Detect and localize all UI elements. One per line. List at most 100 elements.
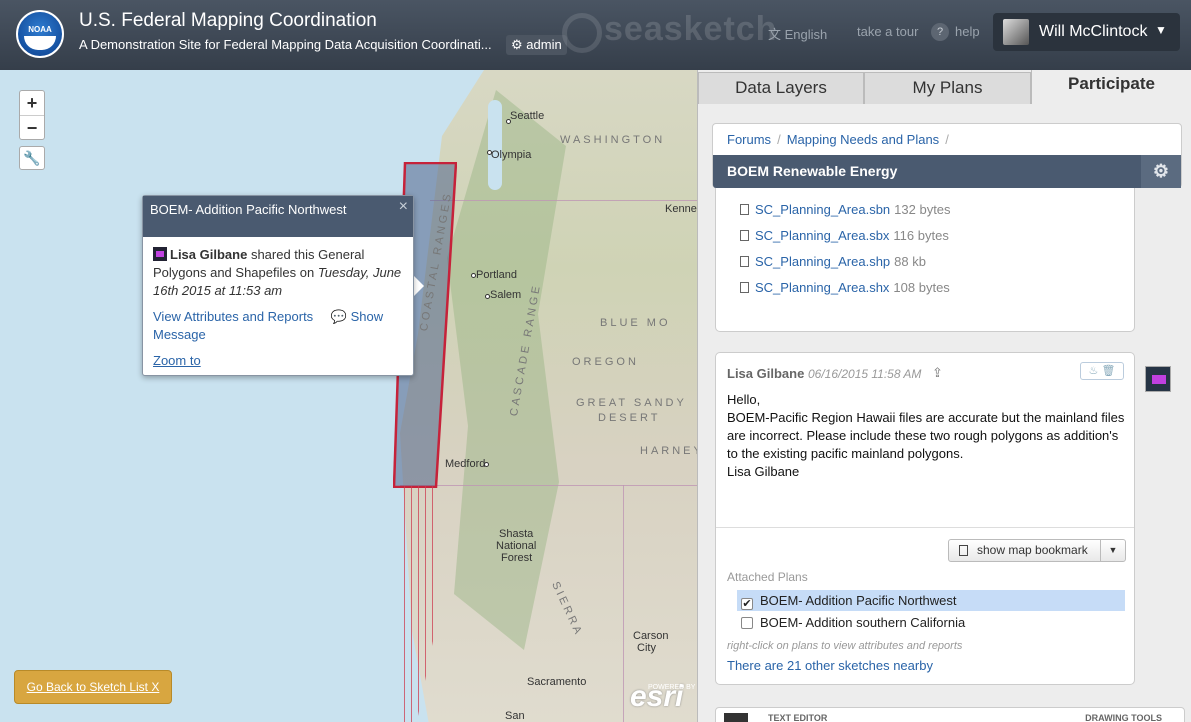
zoom-control: + − [19,90,45,140]
state-border [430,200,697,201]
language-selector[interactable]: 文 English [768,24,827,43]
logo-bird-icon [24,36,56,50]
map-label-olympia: Olympia [491,149,532,161]
plans-hint: right-click on plans to view attributes … [727,640,963,652]
trash-icon[interactable]: 🗑 [1101,365,1115,377]
comment-icon: 💬 [330,309,347,324]
site-title[interactable]: U.S. Federal Mapping Coordination [79,10,377,32]
user-name: Will McClintock [1039,23,1148,40]
file-size: 88 kb [894,254,926,269]
zoom-in-button[interactable]: + [20,91,44,115]
map-label-salem: Salem [490,289,522,301]
close-icon[interactable]: × [399,198,408,216]
popup-author: Lisa Gilbane [170,247,248,262]
plan-checkbox[interactable] [741,617,753,629]
topic-title: BOEM Renewable Energy [727,163,898,179]
message-actions[interactable]: ♨ 🗑 [1080,362,1124,380]
plan-checkbox[interactable]: ✔ [741,598,753,610]
site-subtitle: A Demonstration Site for Federal Mapping… [79,37,492,52]
file-item[interactable]: SC_Planning_Area.sbn 132 bytes [740,202,951,217]
map-label-shasta-forest: Forest [501,552,533,564]
message-author: Lisa Gilbane [727,366,805,381]
wrench-icon[interactable]: 🔧 [19,146,45,170]
file-name[interactable]: SC_Planning_Area.sbn [755,202,890,217]
message-date: 06/16/2015 11:58 AM [808,367,922,381]
map-label-sacramento: Sacramento [527,676,587,688]
map-label-medford: Medford [445,458,486,470]
fire-icon[interactable]: ♨ [1089,365,1099,377]
drawing-tools-tab[interactable]: DRAWING TOOLS [1085,713,1162,722]
noaa-logo[interactable]: NOAA [16,10,64,58]
file-size: 116 bytes [893,228,949,243]
side-panel: Data Layers My Plans Participate Forums /… [697,62,1191,722]
share-icon[interactable]: ⇪ [932,365,943,381]
breadcrumb-separator: / [777,132,781,147]
popup-links: View Attributes and Reports 💬 Show Messa… [153,308,403,344]
map-label-san: San [505,710,525,722]
sketch-popup: BOEM- Addition Pacific Northwest × Lisa … [142,195,414,376]
puget-sound [488,100,502,190]
map-label-shasta-national: National [496,540,537,552]
attached-plan-row[interactable]: BOEM- Addition southern California [737,612,1125,633]
help-icon[interactable]: ? [931,23,949,41]
zoom-out-button[interactable]: − [20,115,44,139]
map-label-oregon: OREGON [572,356,639,368]
file-name[interactable]: SC_Planning_Area.shx [755,280,889,295]
map-view[interactable]: Seattle WASHINGTON Olympia Kenne Portlan… [0,70,697,722]
popup-body: Lisa Gilbane shared this General Polygon… [143,237,413,379]
message-line: Lisa Gilbane [727,464,800,479]
translate-icon: 文 [768,27,782,42]
seasketch-brand: seasketch [604,10,778,48]
seasketch-logo-icon [562,13,602,53]
reply-editor[interactable]: TEXT EDITOR DRAWING TOOLS [715,707,1185,722]
state-border [623,485,624,722]
map-label-great-sandy: GREAT SANDY [576,397,687,409]
take-tour-link[interactable]: take a tour [857,24,918,39]
breadcrumb-mapping-needs[interactable]: Mapping Needs and Plans [787,132,940,147]
file-item[interactable]: SC_Planning_Area.sbx 116 bytes [740,228,949,243]
attached-plans-label: Attached Plans [727,570,808,584]
language-label: English [784,27,828,42]
breadcrumb-forums[interactable]: Forums [727,132,771,147]
file-name[interactable]: SC_Planning_Area.sbx [755,228,889,243]
breadcrumb: Forums / Mapping Needs and Plans / BOEM Ren… [712,123,1182,188]
text-editor-tab[interactable]: TEXT EDITOR [768,713,827,722]
admin-button[interactable]: ⚙ admin [506,35,567,55]
logo-text: NOAA [28,25,52,34]
file-item[interactable]: SC_Planning_Area.shx 108 bytes [740,280,950,295]
map-label-harney: HARNEY [640,445,697,457]
show-map-bookmark-button[interactable]: show map bookmark ▼ [948,539,1126,562]
go-back-button[interactable]: Go Back to Sketch List X [14,670,172,704]
help-link[interactable]: help [955,24,980,39]
bookmark-icon [959,545,968,556]
file-icon [740,282,749,293]
map-label-portland: Portland [476,269,517,281]
divider [716,527,1134,528]
nearby-sketches-link[interactable]: There are 21 other sketches nearby [727,658,933,673]
map-label-carson: Carson [633,630,669,642]
map-label-kennewick: Kenne [665,203,697,215]
tab-my-plans[interactable]: My Plans [864,72,1031,104]
file-item[interactable]: SC_Planning_Area.shp 88 kb [740,254,926,269]
powered-by-text: POWERED BY [648,684,696,691]
view-attributes-link[interactable]: View Attributes and Reports [153,309,313,324]
tab-data-layers[interactable]: Data Layers [698,72,864,104]
topic-title-bar: BOEM Renewable Energy ⚙ [713,155,1181,188]
file-size: 108 bytes [893,280,950,295]
caret-down-icon: ▼ [1155,23,1167,37]
file-name[interactable]: SC_Planning_Area.shp [755,254,890,269]
zoom-to-link[interactable]: Zoom to [153,352,403,370]
caret-down-icon[interactable]: ▼ [1100,540,1125,561]
file-icon [740,204,749,215]
user-menu-button[interactable]: Will McClintock ▼ [993,13,1180,51]
file-icon [740,256,749,267]
popup-title: BOEM- Addition Pacific Northwest [143,196,413,237]
map-label-shasta: Shasta [499,528,534,540]
avatar [153,247,167,261]
breadcrumb-separator: / [945,132,949,147]
top-navbar: NOAA U.S. Federal Mapping Coordination A… [0,0,1191,70]
attached-plan-row[interactable]: ✔ BOEM- Addition Pacific Northwest [737,590,1125,611]
gear-icon[interactable]: ⚙ [1141,155,1181,188]
file-size: 132 bytes [894,202,951,217]
bookmark-label: show map bookmark [977,543,1088,557]
